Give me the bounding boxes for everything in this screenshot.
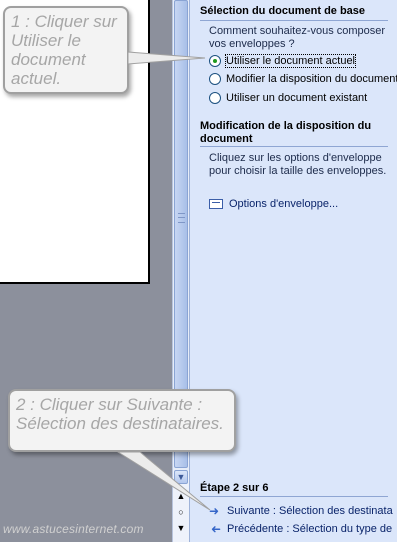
callout-pointer-2 bbox=[116, 451, 211, 511]
callout-pointer-1 bbox=[127, 51, 206, 65]
callout-pointers bbox=[116, 51, 211, 511]
watermark: www.astucesinternet.com bbox=[3, 522, 144, 536]
